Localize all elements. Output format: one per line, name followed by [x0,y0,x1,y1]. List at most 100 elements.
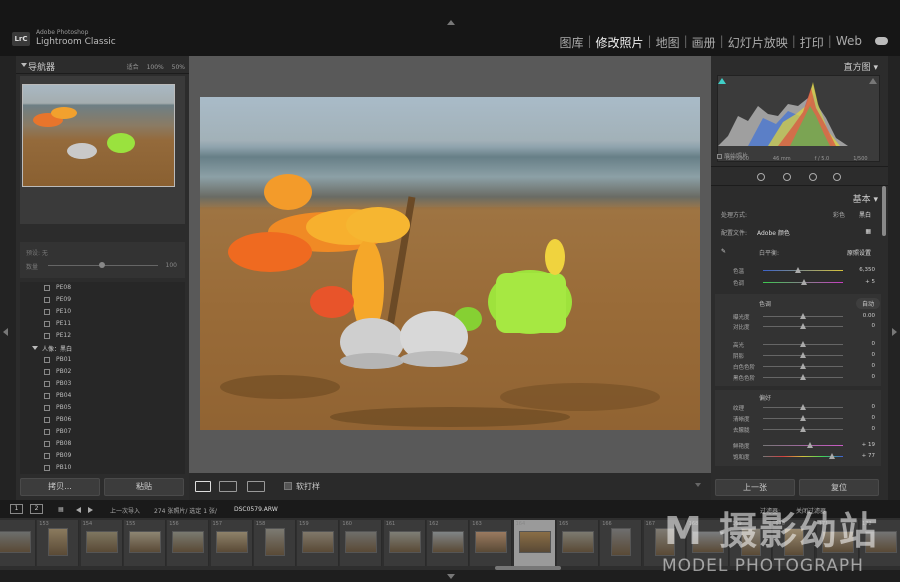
paste-button[interactable]: 粘贴 [104,478,184,496]
preset-item[interactable]: PB01 [20,354,185,366]
frame-number: 155 [125,521,136,527]
before-after-split-icon[interactable] [247,481,265,492]
navigator-thumbnail[interactable] [22,84,175,187]
treatment-bw[interactable]: 黑白 [859,210,871,219]
before-after-icon[interactable] [219,481,237,492]
module-library[interactable]: 图库 [555,34,587,51]
masking-icon[interactable] [833,173,841,181]
preset-item[interactable]: PB09 [20,450,185,462]
grid-view-icon[interactable]: ▦ [58,506,64,513]
filmstrip-cell[interactable]: 158 [253,520,296,566]
module-book[interactable]: 画册 [688,34,720,51]
filmstrip-cell[interactable]: 162 [427,520,469,566]
shadows-slider[interactable]: 阴影 0 [717,351,877,360]
preset-item[interactable]: PB03 [20,378,185,390]
display-1-button[interactable]: 1 [10,504,23,514]
exposure-slider[interactable]: 曝光度 0.00 [717,312,877,321]
histogram[interactable]: ISO 5000 46 mm f / 5.0 1/500 [717,75,880,162]
module-print[interactable]: 打印 [796,34,828,51]
preset-item[interactable]: PB07 [20,426,185,438]
module-map[interactable]: 地图 [652,34,684,51]
saturation-slider[interactable]: 饱和度 + 77 [717,452,877,461]
module-develop[interactable]: 修改照片 [592,34,648,51]
toolbar-menu-chevron-icon[interactable] [695,483,701,487]
filmstrip-cell[interactable]: 156 [167,520,210,566]
preset-item[interactable]: PE09 [20,294,185,306]
treatment-color[interactable]: 彩色 [833,210,845,219]
collapse-right-panel-arrow-icon[interactable] [892,328,897,336]
preset-group-portrait-bw[interactable]: 人像：黑白 [20,342,185,354]
tint-slider[interactable]: 色调 + 5 [717,278,877,287]
vibrance-slider[interactable]: 鲜艳度 + 19 [717,441,877,450]
previous-button[interactable]: 上一张 [715,479,795,496]
right-panel-scrollbar[interactable] [882,186,886,236]
eyedropper-icon[interactable]: ✎ [721,248,726,255]
module-slideshow[interactable]: 幻灯片放映 [724,34,792,51]
cloud-icon[interactable] [875,37,888,45]
histogram-title[interactable]: 直方图 ▾ [844,60,878,73]
profile-browser-icon[interactable]: ▦ [865,228,871,235]
collapse-left-panel-arrow-icon[interactable] [3,328,8,336]
preset-item[interactable]: PB05 [20,402,185,414]
filmstrip-cell[interactable]: 163 [470,520,513,566]
texture-slider[interactable]: 纹理 0 [717,403,877,412]
filmstrip-cell[interactable]: 159 [297,520,340,566]
redeye-icon[interactable] [809,173,817,181]
preset-item[interactable]: PB06 [20,414,185,426]
preset-item[interactable]: PE12 [20,330,185,342]
main-photo[interactable] [200,97,700,430]
blacks-slider[interactable]: 黑色色阶 0 [717,373,877,382]
basic-panel-title[interactable]: 基本 ▾ [853,192,878,205]
reset-button[interactable]: 复位 [799,479,879,496]
display-2-button[interactable]: 2 [30,504,43,514]
preset-item[interactable]: PB02 [20,366,185,378]
dehaze-slider[interactable]: 去朦胧 0 [717,425,877,434]
filmstrip-cell[interactable]: 153 [37,520,80,566]
expand-triangle-icon[interactable] [32,346,38,350]
preset-item[interactable]: PB10 [20,462,185,474]
source-label[interactable]: 上一次导入 [110,506,140,515]
preset-item[interactable]: PB04 [20,390,185,402]
zoom-50[interactable]: 50% [172,64,185,71]
preset-item[interactable]: PE10 [20,306,185,318]
filmstrip-cell[interactable]: 165 [556,520,599,566]
collapse-filmstrip-arrow-icon[interactable] [447,574,455,579]
zoom-fit[interactable]: 适合 [127,64,139,71]
filmstrip-cell[interactable]: 161 [383,520,426,566]
filmstrip-cell[interactable]: 154 [80,520,123,566]
whites-slider[interactable]: 白色色阶 0 [717,362,877,371]
filmstrip-cell[interactable]: 157 [210,520,253,566]
amount-knob[interactable] [99,262,105,268]
highlights-slider[interactable]: 高光 0 [717,340,877,349]
forward-arrow-icon[interactable] [88,507,93,513]
filmstrip-cell[interactable] [0,520,36,566]
module-web[interactable]: Web [832,34,866,51]
zoom-100[interactable]: 100% [147,64,164,71]
filename-label[interactable]: DSC0579.ARW [234,506,278,513]
soft-proof-checkbox[interactable] [284,482,292,490]
checkbox-icon[interactable] [717,154,722,159]
collapse-triangle-icon[interactable] [21,63,27,67]
filmstrip-scrollbar[interactable] [495,566,561,570]
collapse-top-panel-arrow-icon[interactable] [447,20,455,25]
filmstrip-cell[interactable]: 164 [513,520,556,566]
filmstrip-cell[interactable]: 166 [600,520,643,566]
wb-select[interactable]: 原照设置 [847,248,871,257]
preset-item[interactable]: PB08 [20,438,185,450]
temp-slider[interactable]: 色温 6,350 [717,266,877,275]
filmstrip-cell[interactable]: 155 [123,520,166,566]
back-arrow-icon[interactable] [76,507,81,513]
loupe-view-icon[interactable] [195,481,211,492]
original-photo-toggle[interactable]: 原始照片 [717,151,748,160]
navigator-header[interactable]: 导航器 适合 100% 50% [16,56,189,74]
auto-tone-button[interactable]: 自动 [855,298,880,309]
preset-item[interactable]: PE11 [20,318,185,330]
preset-item[interactable]: PE08 [20,282,185,294]
filmstrip-cell[interactable]: 160 [340,520,383,566]
contrast-slider[interactable]: 对比度 0 [717,322,877,331]
healing-icon[interactable] [783,173,791,181]
profile-select[interactable]: Adobe 颜色 [757,228,790,237]
copy-button[interactable]: 拷贝... [20,478,100,496]
crop-icon[interactable] [757,173,765,181]
clarity-slider[interactable]: 清晰度 0 [717,414,877,423]
